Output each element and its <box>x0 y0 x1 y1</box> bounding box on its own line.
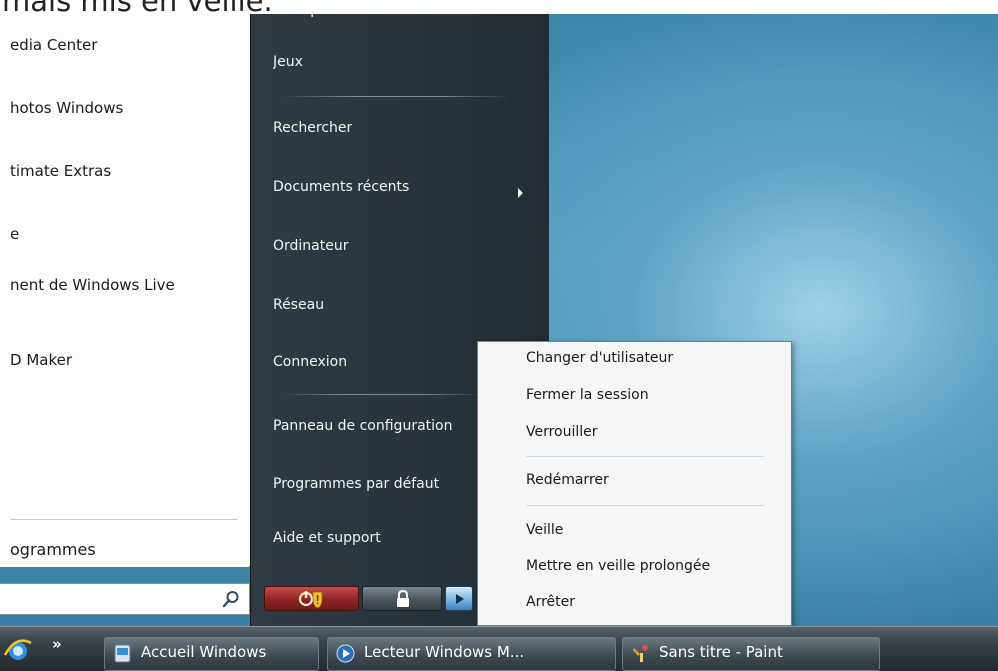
submenu-arrow-icon <box>518 188 523 198</box>
taskbar-button-accueil-windows[interactable]: Accueil Windows <box>104 637 319 671</box>
divider <box>10 519 238 520</box>
divider <box>526 505 764 506</box>
divider <box>281 96 511 97</box>
program-item[interactable]: edia Center <box>10 36 97 54</box>
search-input[interactable] <box>0 583 250 615</box>
search-icon[interactable] <box>222 590 240 608</box>
menu-item-rechercher[interactable]: Rechercher <box>273 120 352 136</box>
program-item[interactable]: hotos Windows <box>10 99 123 117</box>
menu-item-changer-utilisateur[interactable]: Changer d'utilisateur <box>526 350 673 366</box>
menu-item-documents-recents[interactable]: Documents récents <box>273 179 409 195</box>
menu-item-veille-prolongee[interactable]: Mettre en veille prolongée <box>526 558 710 574</box>
internet-explorer-icon[interactable] <box>2 637 32 663</box>
start-menu-programs-panel: edia Center hotos Windows timate Extras … <box>0 10 251 567</box>
menu-item-panneau-configuration[interactable]: Panneau de configuration <box>273 418 478 434</box>
divider <box>281 394 481 395</box>
chevron-right-icon <box>456 594 464 604</box>
taskbar-button-paint[interactable]: Sans titre - Paint <box>622 637 880 671</box>
program-item[interactable]: nent de Windows Live <box>10 276 175 294</box>
shutdown-options-menu: Changer d'utilisateur Fermer la session … <box>477 341 792 626</box>
program-item[interactable]: e <box>10 225 19 243</box>
menu-item-jeux[interactable]: Jeux <box>273 54 303 70</box>
power-button[interactable] <box>264 586 359 611</box>
program-item[interactable]: timate Extras <box>10 162 111 180</box>
menu-item-programmes-par-defaut[interactable]: Programmes par défaut <box>273 476 478 492</box>
menu-item-verrouiller[interactable]: Verrouiller <box>526 424 598 440</box>
paint-icon <box>633 645 648 662</box>
menu-item-aide-support[interactable]: Aide et support <box>273 530 381 546</box>
menu-item-fermer-session[interactable]: Fermer la session <box>526 387 649 403</box>
menu-item-connexion[interactable]: Connexion <box>273 354 347 370</box>
menu-item-arreter[interactable]: Arrêter <box>526 594 575 610</box>
menu-item-ordinateur[interactable]: Ordinateur <box>273 238 349 254</box>
quicklaunch-more-icon[interactable]: » <box>52 635 62 653</box>
lock-icon <box>397 590 409 607</box>
taskbar-button-label: Sans titre - Paint <box>659 643 783 661</box>
document-icon <box>114 644 131 663</box>
taskbar-button-label: Lecteur Windows M... <box>364 643 525 661</box>
taskbar-button-label: Accueil Windows <box>141 643 267 661</box>
menu-item-reseau[interactable]: Réseau <box>273 297 324 313</box>
media-player-icon <box>336 644 355 663</box>
menu-item-veille[interactable]: Veille <box>526 522 563 538</box>
program-item[interactable]: D Maker <box>10 351 72 369</box>
taskbar-button-lecteur-windows-media[interactable]: Lecteur Windows M... <box>327 637 616 671</box>
taskbar: » Accueil Windows Lecteur Windows M... S… <box>0 626 998 671</box>
power-shield-icon <box>298 591 323 609</box>
lock-button[interactable] <box>362 586 442 611</box>
all-programs-item[interactable]: ogrammes <box>10 540 96 559</box>
divider <box>526 456 764 457</box>
shutdown-options-arrow-button[interactable] <box>445 586 473 611</box>
menu-item-redemarrer[interactable]: Redémarrer <box>526 472 609 488</box>
caption-text-fragment: mais mis en veille. <box>0 0 998 14</box>
